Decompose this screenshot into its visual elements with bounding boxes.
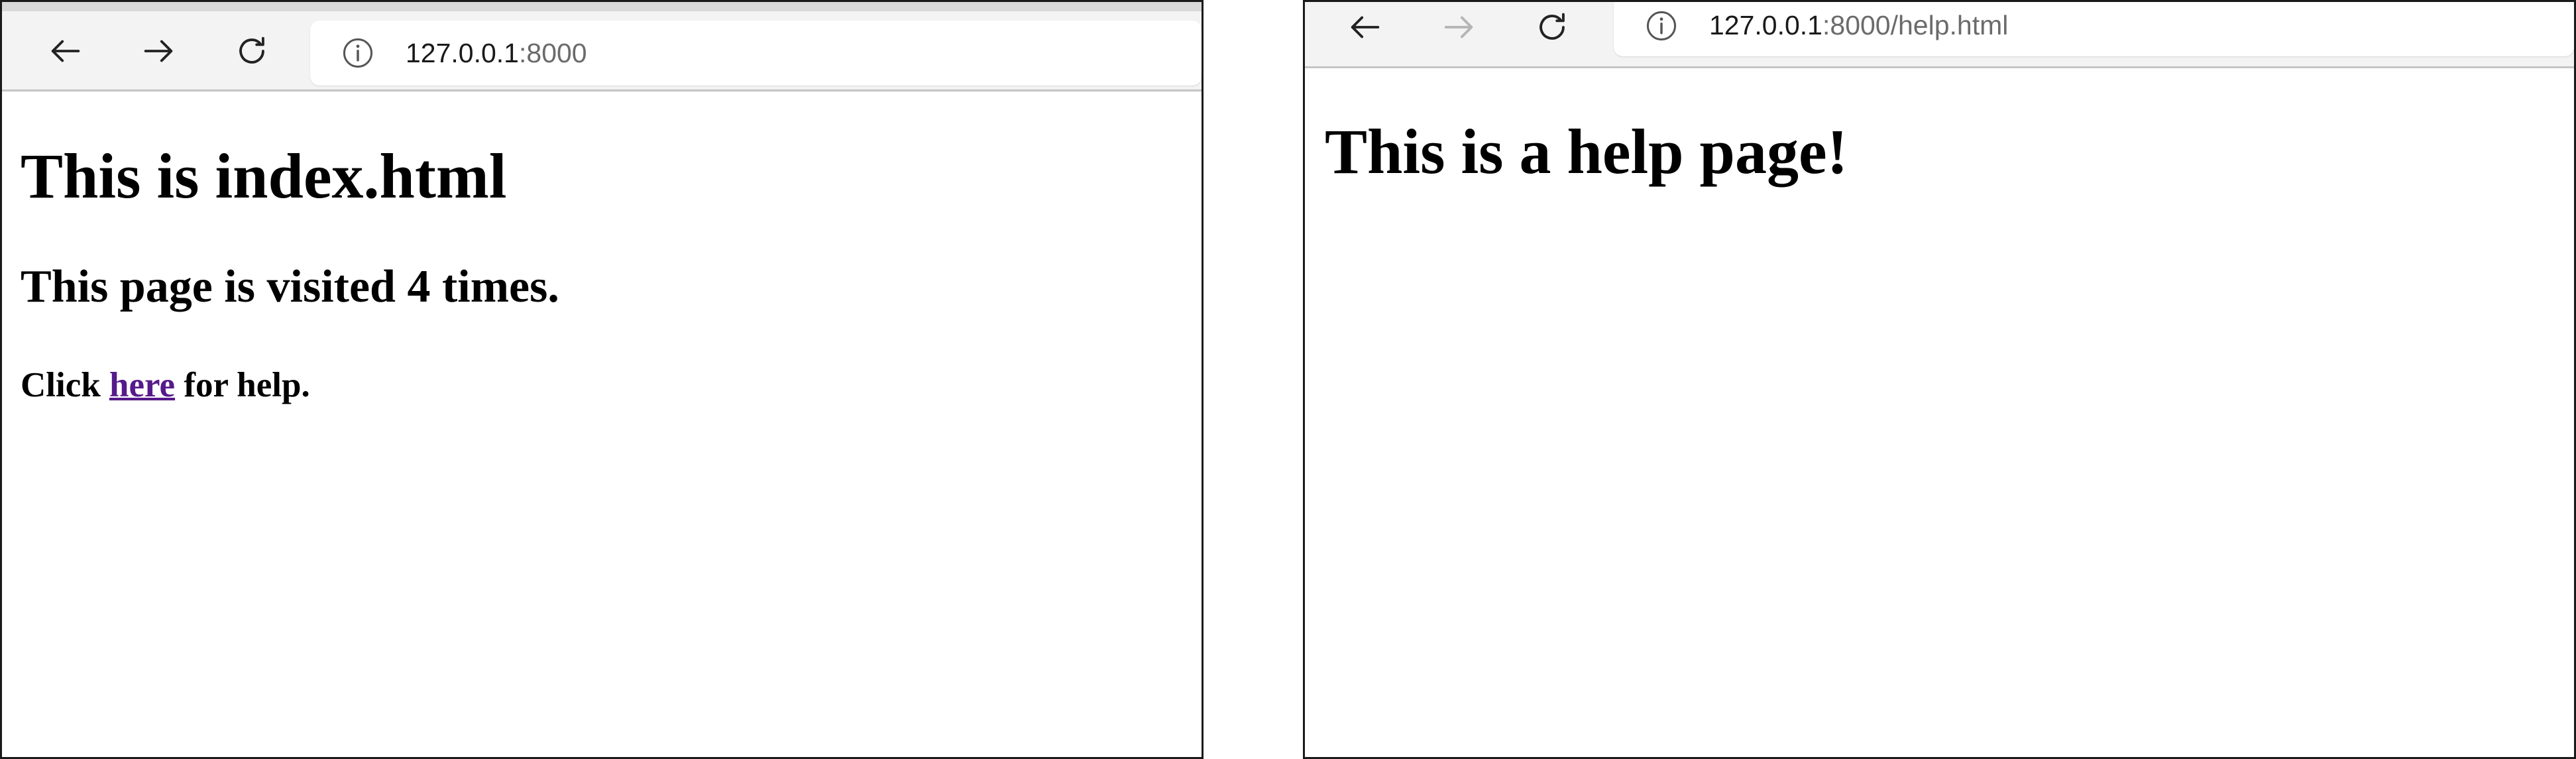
help-prefix: Click	[21, 366, 109, 404]
page-heading: This is a help page!	[1325, 116, 1848, 187]
info-circle-icon[interactable]	[341, 36, 375, 70]
arrow-right-icon	[144, 40, 173, 62]
forward-button[interactable]	[132, 25, 185, 78]
address-bar[interactable]: 127.0.0.1:8000	[310, 21, 1202, 86]
url-host: 127.0.0.1	[1709, 10, 1822, 40]
browser-window-help: 127.0.0.1:8000/help.html This is a help …	[1303, 0, 2576, 759]
reload-button[interactable]	[1526, 2, 1579, 54]
page-content: This is a help page!	[1305, 68, 2574, 757]
help-paragraph: Click here for help.	[21, 368, 310, 403]
back-button[interactable]	[1339, 2, 1392, 54]
info-circle-icon[interactable]	[1644, 9, 1679, 43]
arrow-left-icon	[1351, 16, 1380, 38]
page-heading: This is index.html	[21, 141, 507, 211]
page-content: This is index.html This page is visited …	[2, 91, 1202, 757]
url-host: 127.0.0.1	[406, 38, 519, 68]
back-button[interactable]	[39, 25, 92, 78]
browser-toolbar: 127.0.0.1:8000/help.html	[1305, 2, 2574, 68]
arrow-left-icon	[51, 40, 80, 62]
browser-toolbar: 127.0.0.1:8000	[2, 2, 1202, 91]
reload-icon	[1540, 13, 1565, 40]
reload-icon	[239, 36, 264, 64]
arrow-right-icon	[1444, 16, 1473, 38]
help-suffix: for help.	[175, 366, 310, 404]
browser-window-index: 127.0.0.1:8000 This is index.html This p…	[0, 0, 1204, 759]
url-text[interactable]: 127.0.0.1:8000/help.html	[1709, 10, 2008, 41]
visit-count-text: This page is visited 4 times.	[21, 261, 559, 312]
url-path: :8000/help.html	[1822, 10, 2009, 40]
url-path: :8000	[519, 38, 587, 68]
address-bar[interactable]: 127.0.0.1:8000/help.html	[1614, 2, 2574, 56]
forward-button[interactable]	[1432, 2, 1485, 54]
help-link[interactable]: here	[109, 366, 175, 404]
reload-button[interactable]	[225, 25, 278, 78]
url-text[interactable]: 127.0.0.1:8000	[406, 38, 587, 69]
